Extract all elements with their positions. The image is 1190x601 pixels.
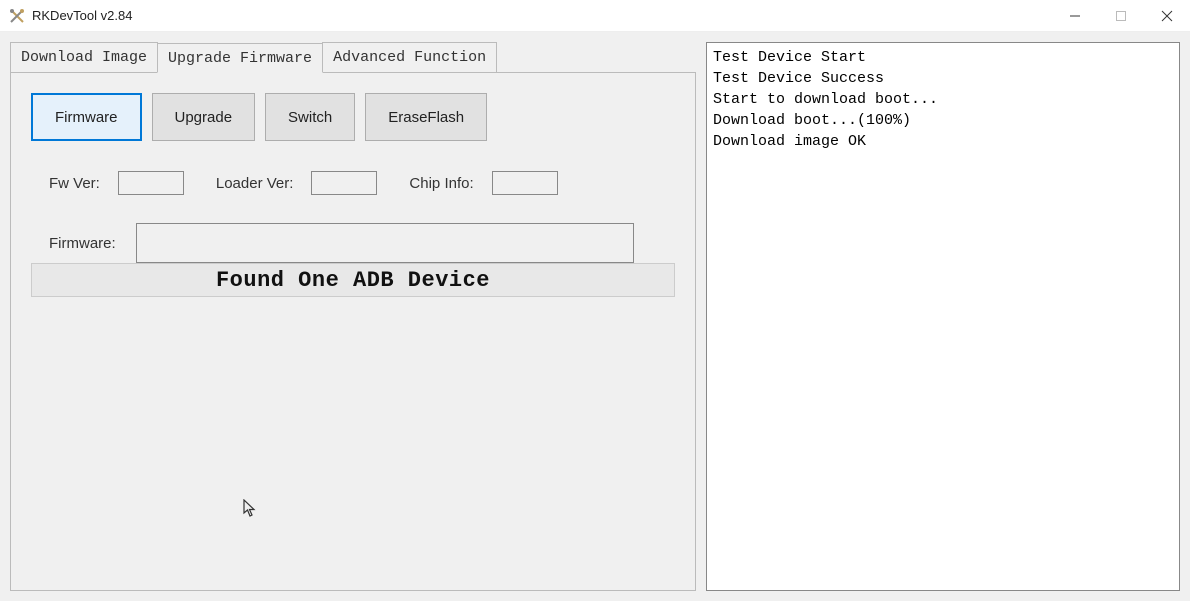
tab-row: Download Image Upgrade Firmware Advanced… (10, 42, 696, 72)
tab-content-upgrade-firmware: Firmware Upgrade Switch EraseFlash Fw Ve… (10, 72, 696, 591)
log-line: Start to download boot... (713, 91, 938, 108)
fw-ver-label: Fw Ver: (49, 175, 100, 192)
info-row: Fw Ver: Loader Ver: Chip Info: (49, 171, 675, 195)
app-icon (8, 7, 26, 25)
log-line: Download boot...(100%) (713, 112, 911, 129)
left-panel: Download Image Upgrade Firmware Advanced… (10, 42, 696, 591)
firmware-path-field[interactable] (136, 223, 634, 263)
log-line: Test Device Success (713, 70, 884, 87)
log-panel[interactable]: Test Device Start Test Device Success St… (706, 42, 1180, 591)
fw-ver-field (118, 171, 184, 195)
device-status-text: Found One ADB Device (216, 268, 490, 293)
title-bar: RKDevTool v2.84 (0, 0, 1190, 32)
log-line: Download image OK (713, 133, 866, 150)
tab-advanced-function[interactable]: Advanced Function (322, 42, 497, 72)
chip-info-label: Chip Info: (409, 175, 473, 192)
firmware-button[interactable]: Firmware (31, 93, 142, 141)
tab-download-image[interactable]: Download Image (10, 42, 158, 72)
app-window: RKDevTool v2.84 Download Image Upgrade F… (0, 0, 1190, 601)
client-area: Download Image Upgrade Firmware Advanced… (0, 32, 1190, 601)
log-line: Test Device Start (713, 49, 866, 66)
loader-ver-field (311, 171, 377, 195)
window-title: RKDevTool v2.84 (32, 8, 1052, 23)
minimize-button[interactable] (1052, 0, 1098, 31)
cursor-icon (243, 499, 259, 524)
firmware-row: Firmware: (49, 223, 675, 263)
loader-ver-label: Loader Ver: (216, 175, 294, 192)
tab-upgrade-firmware[interactable]: Upgrade Firmware (157, 43, 323, 73)
maximize-button[interactable] (1098, 0, 1144, 31)
device-status-bar: Found One ADB Device (31, 263, 675, 297)
window-controls (1052, 0, 1190, 31)
action-button-row: Firmware Upgrade Switch EraseFlash (31, 93, 675, 141)
firmware-label: Firmware: (49, 235, 116, 252)
close-button[interactable] (1144, 0, 1190, 31)
switch-button[interactable]: Switch (265, 93, 355, 141)
upgrade-button[interactable]: Upgrade (152, 93, 256, 141)
eraseflash-button[interactable]: EraseFlash (365, 93, 487, 141)
chip-info-field (492, 171, 558, 195)
